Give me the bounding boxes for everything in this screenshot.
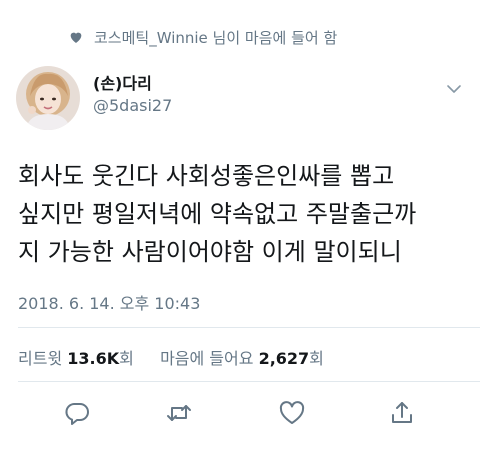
like-label: 마음에 들어요 (160, 349, 254, 368)
like-icon[interactable] (277, 398, 307, 428)
heart-icon (68, 29, 84, 49)
social-context[interactable]: 코스메틱_Winnie 님이 마음에 들어 함 (70, 25, 337, 49)
retweet-unit: 회 (119, 349, 134, 368)
divider (18, 327, 480, 328)
tweet-line: 회사도 웃긴다 사회성좋은인싸를 뽑고 (18, 162, 395, 190)
retweet-count: 13.6K (67, 349, 120, 368)
action-bar (0, 398, 480, 430)
like-count: 2,627 (258, 349, 310, 368)
like-stat[interactable]: 마음에 들어요 2,627회 (155, 349, 324, 368)
share-icon[interactable] (387, 398, 417, 428)
author-block[interactable]: (손)다리 @5dasi27 (93, 74, 172, 117)
tweet-text: 회사도 웃긴다 사회성좋은인싸를 뽑고 싶지만 평일저녁에 약속없고 주말출근까… (18, 157, 468, 271)
author-handle[interactable]: @5dasi27 (93, 95, 172, 117)
author-name[interactable]: (손)다리 (93, 74, 172, 94)
tweet-stats: 리트윗 13.6K회 마음에 들어요 2,627회 (18, 345, 324, 369)
like-unit: 회 (309, 349, 324, 368)
tweet-timestamp[interactable]: 2018. 6. 14. 오후 10:43 (18, 290, 200, 314)
avatar[interactable] (16, 66, 80, 130)
reply-icon[interactable] (62, 398, 92, 428)
divider (18, 381, 480, 382)
tweet-line: 지 가능한 사람이어야함 이게 말이되니 (18, 238, 402, 266)
tweet-line: 싶지만 평일저녁에 약속없고 주말출근까 (18, 200, 417, 228)
retweet-label: 리트윗 (18, 349, 63, 368)
retweet-stat[interactable]: 리트윗 13.6K회 (18, 349, 139, 368)
chevron-down-icon[interactable] (446, 80, 462, 99)
social-context-text: 코스메틱_Winnie 님이 마음에 들어 함 (94, 28, 338, 47)
retweet-icon[interactable] (164, 398, 194, 428)
